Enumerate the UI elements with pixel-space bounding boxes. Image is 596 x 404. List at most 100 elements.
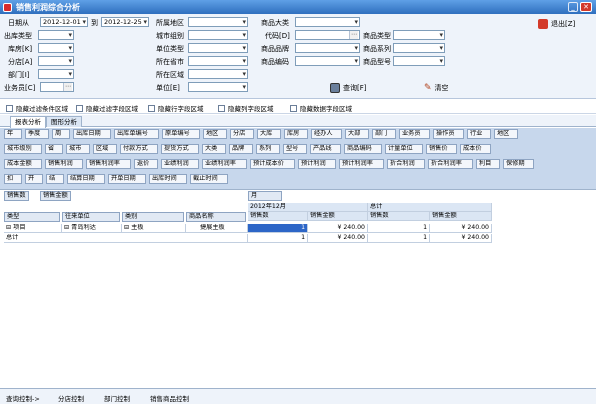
dept-select[interactable] — [38, 69, 74, 79]
date-from-input[interactable]: 2012-12-01 — [40, 17, 88, 27]
cell-total-qty[interactable]: 1 — [368, 224, 430, 233]
field-chip[interactable]: 出库日期 — [73, 129, 111, 139]
field-chip[interactable]: 分店 — [230, 129, 254, 139]
field-chip[interactable]: 型号 — [283, 144, 307, 154]
status-branch-control[interactable]: 分店控制 — [58, 393, 84, 403]
field-chip[interactable]: 预计利润 — [298, 159, 336, 169]
code-input[interactable] — [295, 30, 360, 40]
query-button[interactable]: 查询[F] — [330, 81, 367, 94]
warehouse-select[interactable] — [38, 43, 74, 53]
total-total-qty[interactable]: 1 — [368, 234, 430, 243]
cell-type[interactable]: ⊟ 项目 — [4, 224, 62, 233]
field-chip[interactable]: 销售价 — [426, 144, 457, 154]
tab-report-analysis[interactable]: 报表分析 — [10, 116, 46, 128]
field-chip[interactable]: 操作员 — [433, 129, 464, 139]
status-query-control[interactable]: 查询控制-> — [6, 393, 40, 403]
field-chip[interactable]: 商品编码 — [344, 144, 382, 154]
field-chip[interactable]: 周 — [52, 129, 70, 139]
field-chip[interactable]: 销售利润率 — [86, 159, 131, 169]
region-select[interactable] — [188, 17, 248, 27]
province-select[interactable] — [188, 56, 248, 66]
field-chip[interactable]: 大类 — [202, 144, 226, 154]
field-chip[interactable]: 行业 — [467, 129, 491, 139]
field-chip[interactable]: 原单编号 — [162, 129, 200, 139]
cell-product[interactable]: 捷展主板 — [186, 224, 248, 233]
field-chip[interactable]: 开 — [25, 174, 43, 184]
status-dept-control[interactable]: 部门控制 — [104, 393, 130, 403]
hide-data-field-checkbox[interactable]: 隐藏数据字段区域 — [290, 103, 352, 113]
field-chip[interactable]: 成本金额 — [4, 159, 42, 169]
field-chip[interactable]: 截止时间 — [190, 174, 228, 184]
field-chip[interactable]: 扣 — [4, 174, 22, 184]
cell-customer[interactable]: ⊟ 青岛利达 — [62, 224, 122, 233]
field-chip[interactable]: 预计利润率 — [339, 159, 384, 169]
product-series-select[interactable] — [393, 43, 445, 53]
field-chip[interactable]: 预计成本价 — [250, 159, 295, 169]
hide-column-field-checkbox[interactable]: 隐藏列字段区域 — [218, 103, 274, 113]
field-chip[interactable]: 折合利润率 — [428, 159, 473, 169]
product-category-select[interactable] — [295, 17, 360, 27]
field-chip[interactable]: 业绩利润 — [161, 159, 199, 169]
field-chip[interactable]: 出库时间 — [149, 174, 187, 184]
field-chip[interactable]: 付款方式 — [120, 144, 158, 154]
field-chip[interactable]: 结算日期 — [67, 174, 105, 184]
tab-chart-analysis[interactable]: 图形分析 — [46, 116, 82, 127]
hide-filter-condition-checkbox[interactable]: 隐藏过滤条件区域 — [6, 103, 68, 113]
field-chip[interactable]: 返价 — [134, 159, 158, 169]
field-chip[interactable]: 提货方式 — [161, 144, 199, 154]
unit-type-select[interactable] — [188, 43, 248, 53]
field-chip[interactable]: 地区 — [494, 129, 518, 139]
field-chip[interactable]: 大部 — [345, 129, 369, 139]
field-chip[interactable]: 利目 — [476, 159, 500, 169]
hide-filter-field-checkbox[interactable]: 隐藏过滤字段区域 — [76, 103, 138, 113]
salesperson-input[interactable] — [40, 82, 74, 92]
exit-button[interactable]: 退出[Z] — [538, 17, 575, 30]
filter-field-sales-qty[interactable]: 销售数 — [4, 191, 29, 201]
product-code-select[interactable] — [295, 56, 360, 66]
cell-qty[interactable]: 1 — [248, 224, 308, 233]
field-chip[interactable]: 销售利润 — [45, 159, 83, 169]
hide-row-field-checkbox[interactable]: 隐藏行字段区域 — [148, 103, 204, 113]
product-brand-select[interactable] — [295, 43, 360, 53]
cell-amount[interactable]: ¥ 240.00 — [308, 224, 368, 233]
branch-select[interactable] — [38, 56, 74, 66]
field-chip[interactable]: 区域 — [93, 144, 117, 154]
field-chip[interactable]: 年 — [4, 129, 22, 139]
field-chip[interactable]: 库房 — [284, 129, 308, 139]
field-chip[interactable]: 品牌 — [229, 144, 253, 154]
area-select[interactable] — [188, 69, 248, 79]
field-chip[interactable]: 保修期 — [503, 159, 534, 169]
cell-total-amount[interactable]: ¥ 240.00 — [430, 224, 492, 233]
field-chip[interactable]: 业务员 — [399, 129, 430, 139]
total-qty[interactable]: 1 — [248, 234, 308, 243]
row-field-type[interactable]: 类型 — [4, 212, 60, 222]
field-chip[interactable]: 地区 — [203, 129, 227, 139]
field-chip[interactable]: 城市 — [66, 144, 90, 154]
field-chip[interactable]: 业绩利润率 — [202, 159, 247, 169]
close-button[interactable]: ✕ — [580, 2, 592, 12]
clear-button[interactable]: ✎ 清空 — [424, 81, 449, 94]
unit-select[interactable] — [188, 82, 248, 92]
field-chip[interactable]: 计量单位 — [385, 144, 423, 154]
field-chip[interactable]: 城市级别 — [4, 144, 42, 154]
row-field-customer[interactable]: 往来单位 — [62, 212, 120, 222]
minimize-button[interactable]: _ — [568, 2, 578, 12]
status-product-control[interactable]: 销售商品控制 — [150, 393, 189, 403]
product-type-select[interactable] — [393, 30, 445, 40]
shipment-type-select[interactable] — [38, 30, 74, 40]
city-group-select[interactable] — [188, 30, 248, 40]
row-field-product[interactable]: 商品名称 — [186, 212, 246, 222]
field-chip[interactable]: 成本价 — [460, 144, 491, 154]
cell-category[interactable]: ⊟ 主板 — [122, 224, 186, 233]
total-total-amount[interactable]: ¥ 240.00 — [430, 234, 492, 243]
field-chip[interactable]: 系列 — [256, 144, 280, 154]
total-amount[interactable]: ¥ 240.00 — [308, 234, 368, 243]
row-field-category[interactable]: 类别 — [122, 212, 184, 222]
field-chip[interactable]: 经办人 — [311, 129, 342, 139]
field-chip[interactable]: 季度 — [25, 129, 49, 139]
product-model-select[interactable] — [393, 56, 445, 66]
field-chip[interactable]: 开单日期 — [108, 174, 146, 184]
field-chip[interactable]: 结 — [46, 174, 64, 184]
filter-field-sales-amount[interactable]: 销售金额 — [40, 191, 71, 201]
field-chip[interactable]: 折合利润 — [387, 159, 425, 169]
